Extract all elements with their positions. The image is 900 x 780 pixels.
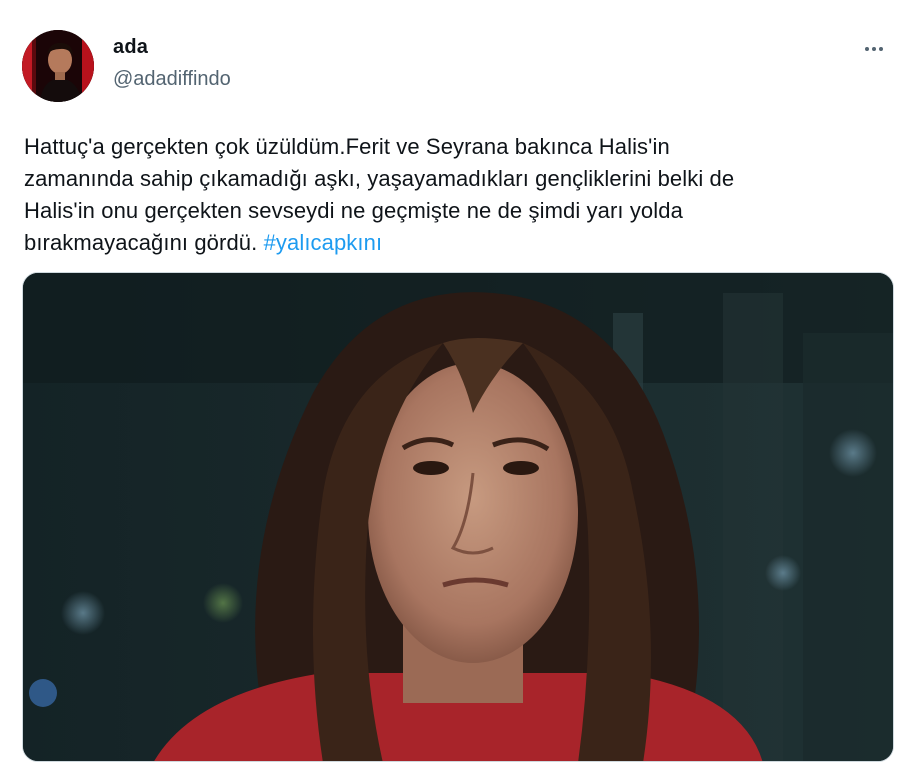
author-display-name[interactable]: ada: [113, 36, 148, 59]
more-options-button[interactable]: [856, 36, 890, 62]
tweet-text: Hattuç'a gerçekten çok üzüldüm.Ferit ve …: [24, 131, 884, 259]
tweet-text-line-last: bırakmayacağını gördü. #yalıcapkını: [24, 227, 884, 259]
tweet-text-line: zamanında sahip çıkamadığı aşkı, yaşayam…: [24, 166, 735, 191]
tweet-card: ada @adadiffindo Hattuç'a gerçekten çok …: [0, 0, 900, 780]
tweet-text-tail: bırakmayacağını gördü.: [24, 230, 258, 255]
hashtag-link[interactable]: #yalıcapkını: [264, 230, 383, 255]
tweet-text-line: Halis'in onu gerçekten sevseydi ne geçmi…: [24, 198, 683, 223]
avatar-photo: [22, 30, 94, 102]
media-photo: [23, 273, 893, 761]
more-horizontal-icon: [865, 47, 869, 51]
author-avatar[interactable]: [22, 30, 94, 102]
author-handle[interactable]: @adadiffindo: [113, 68, 231, 91]
more-horizontal-icon-dot: [872, 47, 876, 51]
tweet-media-image[interactable]: [22, 272, 894, 762]
more-horizontal-icon-dot: [879, 47, 883, 51]
tweet-text-line: Hattuç'a gerçekten çok üzüldüm.Ferit ve …: [24, 134, 670, 159]
